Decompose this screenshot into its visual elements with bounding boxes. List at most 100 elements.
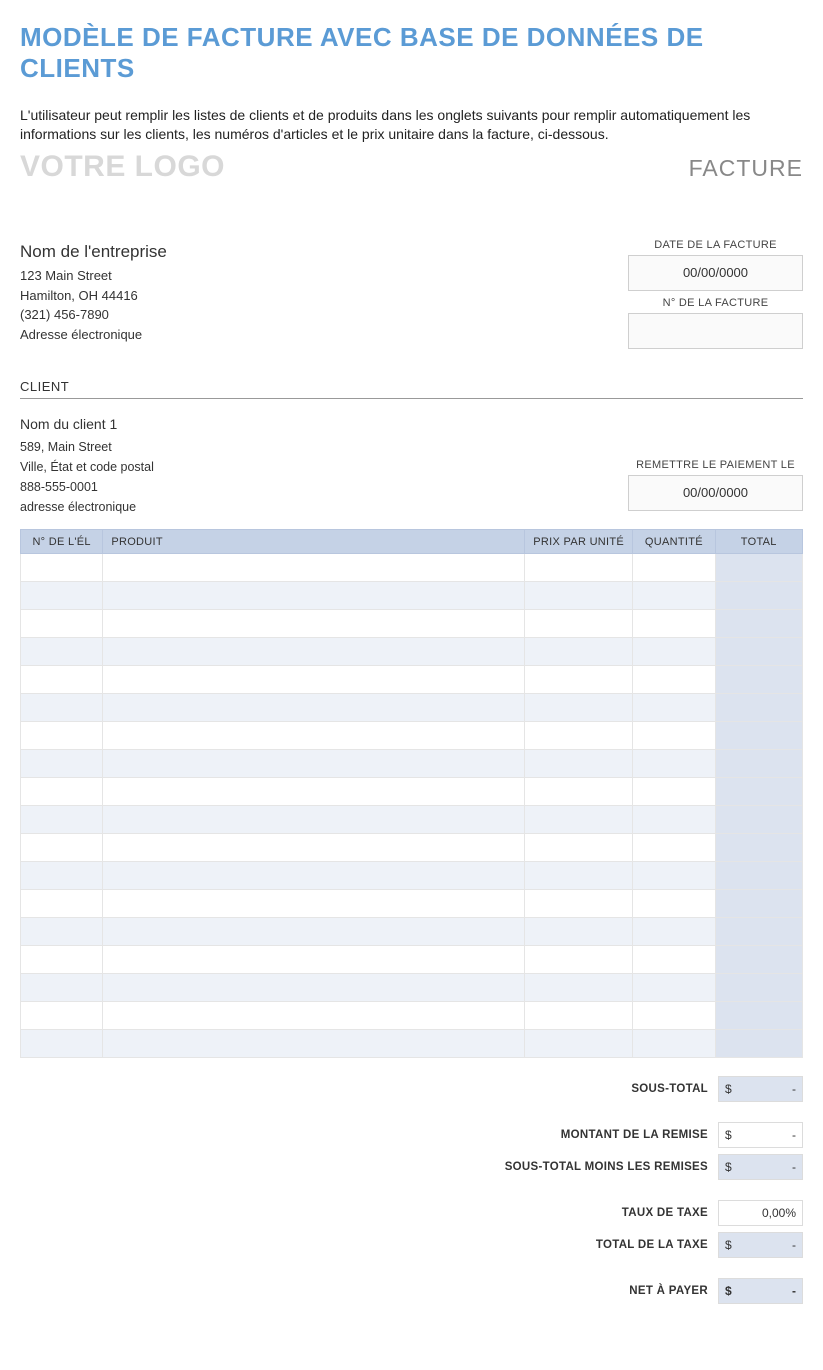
table-cell[interactable] [633,1002,715,1030]
table-cell[interactable] [633,582,715,610]
table-cell[interactable] [633,722,715,750]
table-cell[interactable] [103,582,525,610]
table-cell[interactable] [633,778,715,806]
table-cell[interactable] [715,890,802,918]
table-cell[interactable] [21,750,103,778]
table-cell[interactable] [21,1002,103,1030]
table-cell[interactable] [715,834,802,862]
table-cell[interactable] [715,918,802,946]
table-cell[interactable] [525,750,633,778]
table-row[interactable] [21,610,803,638]
table-cell[interactable] [715,638,802,666]
invoice-date-field[interactable]: 00/00/0000 [628,255,803,291]
table-cell[interactable] [525,890,633,918]
table-cell[interactable] [525,946,633,974]
table-cell[interactable] [103,778,525,806]
table-cell[interactable] [103,862,525,890]
table-cell[interactable] [715,778,802,806]
table-cell[interactable] [715,582,802,610]
table-cell[interactable] [715,862,802,890]
table-cell[interactable] [633,946,715,974]
table-row[interactable] [21,974,803,1002]
table-cell[interactable] [525,722,633,750]
table-cell[interactable] [103,722,525,750]
table-cell[interactable] [21,554,103,582]
table-cell[interactable] [633,554,715,582]
table-cell[interactable] [103,918,525,946]
table-cell[interactable] [633,890,715,918]
table-cell[interactable] [21,694,103,722]
table-cell[interactable] [103,834,525,862]
table-cell[interactable] [633,694,715,722]
table-row[interactable] [21,918,803,946]
table-cell[interactable] [525,834,633,862]
table-cell[interactable] [715,946,802,974]
invoice-number-field[interactable] [628,313,803,349]
table-cell[interactable] [525,1030,633,1058]
table-cell[interactable] [633,1030,715,1058]
tax-rate-value[interactable]: 0,00% [718,1200,803,1226]
table-cell[interactable] [103,974,525,1002]
table-cell[interactable] [21,722,103,750]
table-cell[interactable] [715,1002,802,1030]
table-cell[interactable] [633,918,715,946]
table-cell[interactable] [633,638,715,666]
table-cell[interactable] [715,1030,802,1058]
table-cell[interactable] [525,638,633,666]
table-cell[interactable] [103,638,525,666]
table-row[interactable] [21,694,803,722]
table-cell[interactable] [525,974,633,1002]
table-cell[interactable] [103,694,525,722]
table-cell[interactable] [525,806,633,834]
table-row[interactable] [21,722,803,750]
table-cell[interactable] [21,974,103,1002]
table-cell[interactable] [21,834,103,862]
table-cell[interactable] [633,834,715,862]
table-cell[interactable] [103,1030,525,1058]
table-cell[interactable] [633,974,715,1002]
table-row[interactable] [21,778,803,806]
table-cell[interactable] [21,778,103,806]
payment-due-field[interactable]: 00/00/0000 [628,475,803,511]
table-row[interactable] [21,638,803,666]
table-row[interactable] [21,750,803,778]
table-cell[interactable] [103,806,525,834]
table-cell[interactable] [715,750,802,778]
table-cell[interactable] [633,666,715,694]
table-cell[interactable] [715,694,802,722]
table-cell[interactable] [21,890,103,918]
table-cell[interactable] [21,582,103,610]
table-row[interactable] [21,890,803,918]
table-cell[interactable] [21,666,103,694]
table-cell[interactable] [103,750,525,778]
table-cell[interactable] [715,722,802,750]
table-cell[interactable] [21,918,103,946]
table-cell[interactable] [103,946,525,974]
table-cell[interactable] [715,666,802,694]
table-cell[interactable] [525,694,633,722]
table-row[interactable] [21,666,803,694]
table-cell[interactable] [103,1002,525,1030]
table-cell[interactable] [525,1002,633,1030]
table-cell[interactable] [103,610,525,638]
table-cell[interactable] [633,610,715,638]
table-row[interactable] [21,862,803,890]
discount-value[interactable]: $- [718,1122,803,1148]
table-row[interactable] [21,582,803,610]
table-cell[interactable] [633,750,715,778]
table-cell[interactable] [715,806,802,834]
table-cell[interactable] [715,554,802,582]
table-row[interactable] [21,1030,803,1058]
table-cell[interactable] [21,638,103,666]
table-cell[interactable] [715,610,802,638]
table-cell[interactable] [633,862,715,890]
table-row[interactable] [21,806,803,834]
table-row[interactable] [21,554,803,582]
table-cell[interactable] [103,666,525,694]
table-cell[interactable] [525,554,633,582]
table-cell[interactable] [525,582,633,610]
table-cell[interactable] [633,806,715,834]
table-cell[interactable] [715,974,802,1002]
table-cell[interactable] [525,918,633,946]
table-cell[interactable] [525,862,633,890]
